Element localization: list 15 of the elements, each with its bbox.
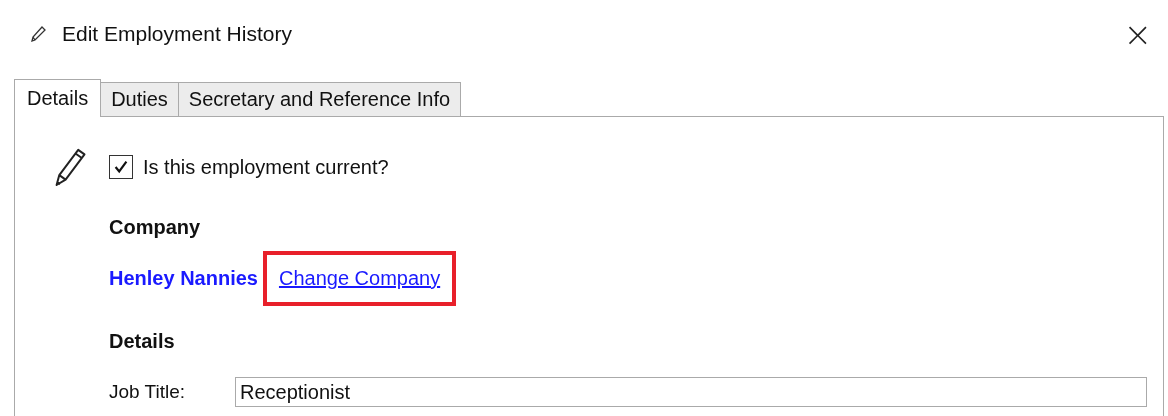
field-label: Job Title: (109, 381, 187, 403)
input-field[interactable]: Receptionist (235, 377, 1147, 407)
window-title: Edit Employment History (62, 22, 292, 46)
check-icon (112, 158, 130, 176)
close-button[interactable]: × (1123, 17, 1152, 51)
tab[interactable]: Duties (100, 82, 179, 116)
checkbox-label: Is this employment current? (143, 155, 389, 179)
company-name: Henley Nannies (109, 267, 258, 290)
section-heading: Company (109, 216, 201, 239)
checkbox[interactable] (109, 155, 133, 179)
tab[interactable]: Secretary and Reference Info (177, 82, 462, 116)
change-company-link[interactable]: Change Company (278, 267, 441, 289)
section-heading: Details (109, 330, 175, 353)
tab[interactable]: Details (14, 79, 102, 117)
pencil-icon (28, 24, 48, 44)
